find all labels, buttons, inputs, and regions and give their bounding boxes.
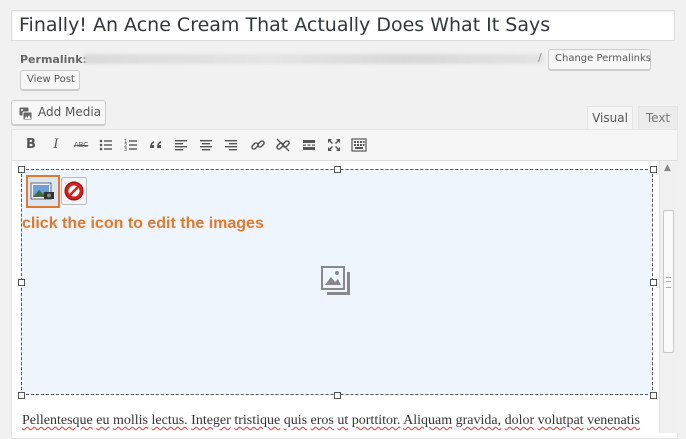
tab-text[interactable]: Text — [638, 106, 678, 130]
resize-handle[interactable] — [18, 279, 25, 286]
numbered-list-icon[interactable]: 123 — [122, 136, 140, 154]
svg-text:3: 3 — [124, 147, 127, 153]
toolbar-toggle-icon[interactable] — [350, 136, 368, 154]
permalink-url-blurred[interactable] — [84, 54, 544, 64]
unlink-icon[interactable] — [274, 136, 292, 154]
resize-handle[interactable] — [18, 166, 25, 173]
link-icon[interactable] — [249, 136, 267, 154]
permalink-label: Permalink: — [20, 53, 87, 66]
bullet-list-icon[interactable] — [97, 136, 115, 154]
tab-visual[interactable]: Visual — [587, 106, 633, 130]
add-media-label: Add Media — [38, 105, 102, 119]
post-paragraph[interactable]: Pellentesque eu mollis lectus. Integer t… — [22, 413, 640, 429]
change-permalinks-button[interactable]: Change Permalinks — [548, 49, 651, 70]
view-post-button[interactable]: View Post — [20, 70, 80, 90]
align-center-icon[interactable] — [197, 136, 215, 154]
fullscreen-icon[interactable] — [325, 136, 343, 154]
align-right-icon[interactable] — [222, 136, 240, 154]
resize-handle[interactable] — [334, 392, 341, 399]
add-media-button[interactable]: Add Media — [11, 100, 106, 125]
gallery-placeholder-icon — [319, 264, 355, 300]
align-left-icon[interactable] — [172, 136, 190, 154]
permalink-slash: / — [538, 51, 542, 64]
resize-handle[interactable] — [650, 392, 657, 399]
resize-handle[interactable] — [650, 166, 657, 173]
scroll-thumb[interactable] — [663, 210, 674, 353]
edit-gallery-icon[interactable] — [26, 175, 60, 208]
resize-handle[interactable] — [18, 392, 25, 399]
gallery-edit-note: click the icon to edit the images — [22, 215, 264, 232]
editor-scrollbar[interactable]: ▲ — [659, 161, 678, 433]
blockquote-icon[interactable] — [147, 136, 165, 154]
add-media-icon — [19, 106, 33, 121]
resize-handle[interactable] — [334, 166, 341, 173]
read-more-icon[interactable] — [300, 136, 318, 154]
post-title-input[interactable]: Finally! An Acne Cream That Actually Doe… — [11, 10, 675, 41]
strikethrough-icon[interactable]: ABC — [72, 136, 90, 154]
bold-icon[interactable]: B — [22, 136, 40, 154]
remove-gallery-icon[interactable] — [61, 177, 87, 205]
scroll-grip-icon — [666, 277, 671, 288]
resize-handle[interactable] — [650, 279, 657, 286]
italic-icon[interactable]: I — [47, 136, 65, 154]
scroll-up-arrow-icon[interactable]: ▲ — [664, 163, 671, 173]
editor-toolbar: B I ABC 123 — [12, 130, 677, 161]
